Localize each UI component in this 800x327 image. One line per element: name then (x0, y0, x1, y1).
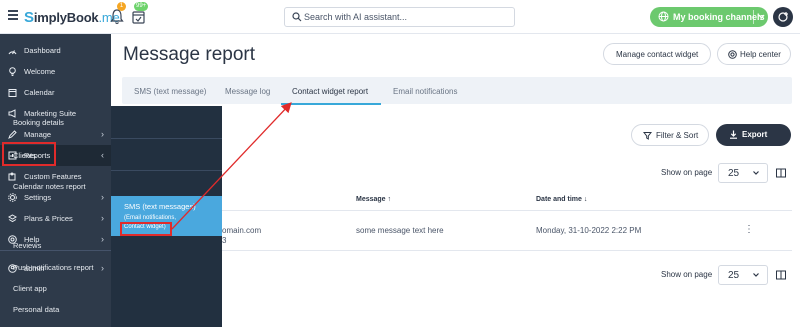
tab-email-notifications[interactable]: Email notifications (393, 87, 457, 96)
search-box[interactable] (284, 7, 515, 27)
sidebar-item-welcome[interactable]: Welcome (0, 61, 111, 82)
menu-icon[interactable] (8, 10, 18, 20)
sidebar-item-dashboard[interactable]: Dashboard (0, 40, 111, 61)
show-on-page-label: Show on page (661, 168, 713, 177)
chevron-down-icon (753, 171, 759, 175)
chevron-down-icon[interactable] (757, 11, 766, 22)
help-center-button[interactable]: Help center (717, 43, 791, 65)
download-icon (730, 130, 737, 139)
layers-icon (8, 214, 17, 223)
calendar-icon (8, 89, 17, 97)
top-bar: SimplyBook.me 1 99+ My booking channels (0, 0, 800, 34)
contact-widget-highlight (120, 222, 172, 236)
chevron-right-icon: › (101, 192, 104, 202)
chevron-right-icon: › (101, 129, 104, 139)
page-title: Message report (123, 44, 256, 65)
export-button[interactable]: Export (716, 124, 791, 146)
columns-icon[interactable] (776, 168, 786, 178)
sidebar-item-calendar[interactable]: Calendar (0, 82, 111, 103)
tab-sms[interactable]: SMS (text message) (134, 87, 206, 96)
column-header-message[interactable]: Message ↑ (356, 196, 391, 203)
calendar-check-icon[interactable] (132, 10, 145, 24)
client-email: omain.com (222, 226, 262, 235)
chevron-right-icon: › (101, 234, 104, 244)
logo[interactable]: SimplyBook.me (24, 9, 120, 26)
plus-user-icon (778, 12, 788, 22)
columns-icon-bottom[interactable] (776, 270, 786, 280)
avatar[interactable] (773, 7, 793, 27)
puzzle-icon (8, 172, 16, 181)
notification-badge: 1 (117, 2, 126, 11)
chevron-left-icon: ‹ (101, 150, 104, 160)
search-input[interactable] (304, 10, 504, 24)
show-on-page-label-bottom: Show on page (661, 270, 713, 279)
filter-sort-button[interactable]: Filter & Sort (631, 124, 709, 146)
active-tab-indicator (281, 103, 381, 105)
chevron-right-icon: › (101, 213, 104, 223)
calendar-badge: 99+ (134, 2, 149, 11)
page-size-select[interactable]: 25 (718, 163, 768, 183)
bell-icon[interactable] (110, 9, 124, 25)
globe-icon (658, 11, 669, 22)
message-datetime: Monday, 31-10-2022 2:22 PM (536, 226, 642, 235)
megaphone-icon (8, 109, 16, 118)
manage-contact-widget-button[interactable]: Manage contact widget (603, 43, 711, 65)
dashboard-icon (8, 50, 17, 55)
client-phone: 3 (222, 236, 227, 245)
column-header-datetime[interactable]: Date and time ↓ (536, 196, 587, 203)
page-size-select-bottom[interactable]: 25 (718, 265, 768, 285)
pencil-icon (8, 130, 17, 139)
gear-icon (8, 193, 17, 202)
sidebar-item-plans[interactable]: Plans & Prices › (0, 208, 111, 229)
lightbulb-icon (9, 67, 16, 76)
filter-icon (643, 132, 652, 140)
search-icon (292, 12, 302, 22)
tab-contact-widget-report[interactable]: Contact widget report (292, 87, 368, 96)
booking-channels-button[interactable]: My booking channels (650, 7, 768, 27)
chevron-right-icon: › (101, 263, 104, 273)
tab-message-log[interactable]: Message log (225, 87, 270, 96)
row-menu-icon[interactable]: ⋮ (744, 224, 754, 235)
message-text: some message text here (356, 226, 444, 235)
chevron-down-icon (753, 273, 759, 277)
lifebuoy-icon (728, 50, 737, 59)
